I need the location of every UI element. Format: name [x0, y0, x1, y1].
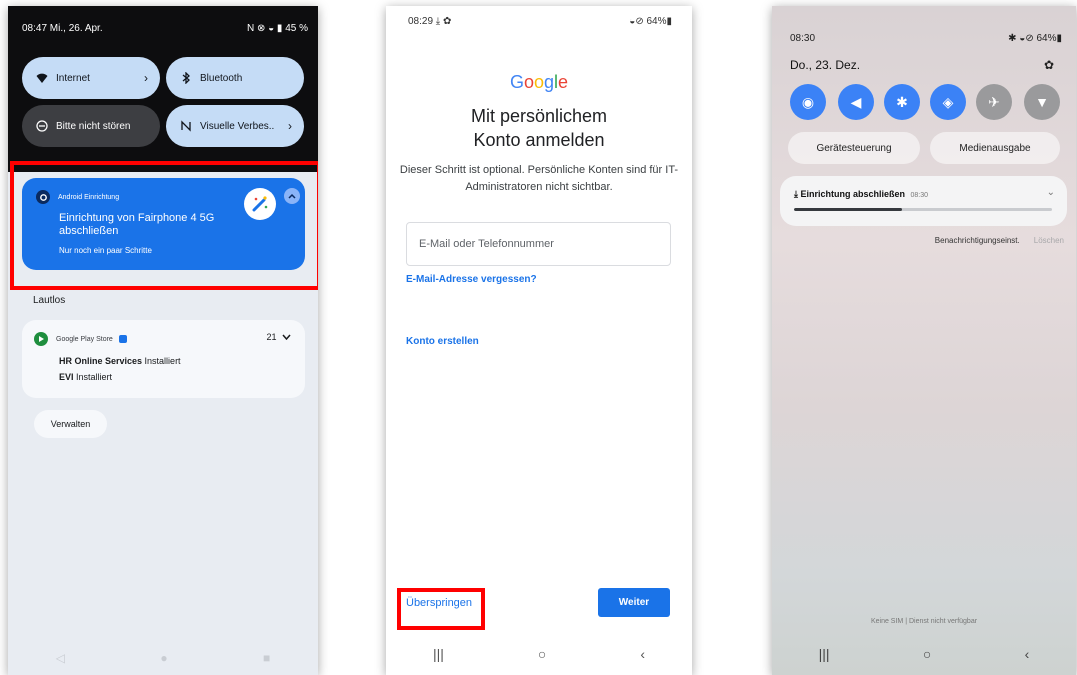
tile-internet[interactable]: Internet › — [22, 57, 160, 99]
briefcase-icon — [118, 335, 127, 343]
no-sim-status: Keine SIM | Dienst nicht verfügbar — [870, 618, 978, 625]
bluetooth-icon: ✱ — [896, 93, 908, 110]
next-button[interactable]: Weiter — [598, 588, 670, 617]
notification-settings-link[interactable]: Benachrichtigungseinst. — [935, 236, 1020, 245]
play-store-app-name: Google Play Store — [56, 335, 113, 343]
back-icon[interactable]: ‹ — [1025, 646, 1030, 662]
notification-title-row: ⤓ Einrichtung abschließen 08:30 — [794, 189, 928, 200]
list-item: HR Online Services Installiert — [59, 356, 181, 366]
tile-internet-label: Internet — [56, 72, 90, 84]
app-name: EVI — [59, 372, 74, 382]
progress-bar — [794, 208, 1052, 211]
logo-letter: o — [533, 72, 544, 92]
email-placeholder: E-Mail oder Telefonnummer — [419, 238, 554, 250]
date-label: Do., 23. Dez. — [790, 58, 861, 72]
logo-letter: o — [523, 72, 534, 92]
status-icons: N ⊗ ◒ ▮ 45 % — [246, 23, 308, 34]
expand-count[interactable]: 21 — [266, 332, 291, 342]
skip-button[interactable]: Überspringen — [406, 597, 472, 609]
status-icons: ✱ ◒⊘ 64%▮ — [1008, 33, 1062, 44]
status-bar: 08:47 Mi., 26. Apr. N ⊗ ◒ ▮ 45 % — [22, 23, 308, 34]
email-field[interactable]: E-Mail oder Telefonnummer — [406, 222, 671, 266]
bluetooth-icon — [178, 70, 194, 86]
device-control-button[interactable]: Gerätesteuerung — [788, 132, 920, 164]
back-icon[interactable]: ◁ — [56, 651, 65, 665]
tile-bluetooth[interactable]: Bluetooth — [166, 57, 304, 99]
highlight-frame — [10, 161, 318, 290]
recent-apps-icon[interactable]: ||| — [433, 646, 444, 662]
fairphone-screen: 08:47 Mi., 26. Apr. N ⊗ ◒ ▮ 45 % Interne… — [8, 6, 318, 675]
nfc-icon — [178, 118, 194, 134]
status-bar: 08:29 ⤓ ✿ ◒⊘ 64%▮ — [408, 16, 672, 27]
home-icon[interactable]: ○ — [923, 646, 931, 662]
auto-rotate-icon: ◈ — [942, 93, 954, 110]
navigation-bar: ||| ○ ‹ — [386, 636, 692, 672]
flashlight-icon: ▼ — [1035, 94, 1049, 110]
do-not-disturb-icon — [34, 118, 50, 134]
home-icon[interactable]: ○ — [538, 646, 546, 662]
create-account-link[interactable]: Konto erstellen — [406, 336, 479, 347]
status-bar: 08:30 ✱ ◒⊘ 64%▮ — [790, 33, 1062, 44]
navigation-bar: ||| ○ ‹ — [772, 636, 1076, 672]
section-label-silent: Lautlos — [33, 295, 66, 306]
logo-letter: g — [544, 72, 555, 92]
flashlight-toggle[interactable]: ▼ — [1024, 84, 1060, 120]
auto-rotate-toggle[interactable]: ◈ — [930, 84, 966, 120]
gear-icon[interactable]: ✿ — [1044, 58, 1054, 72]
play-store-notification[interactable]: Google Play Store 21 HR Online Services … — [22, 320, 305, 398]
logo-letter: G — [509, 72, 524, 92]
wifi-toggle[interactable]: ◉ — [790, 84, 826, 120]
manage-button[interactable]: Verwalten — [34, 410, 107, 438]
home-icon[interactable]: ● — [160, 651, 167, 665]
list-item: EVI Installiert — [59, 372, 112, 382]
tile-visual-label: Visuelle Verbes.. — [200, 120, 275, 132]
airplane-toggle[interactable]: ✈ — [976, 84, 1012, 120]
samsung-quick-panel-screen: 08:30 ✱ ◒⊘ 64%▮ Do., 23. Dez. ✿ ◉ ◀ ✱ ◈ … — [772, 6, 1076, 675]
navigation-bar: ◁ ● ■ — [8, 640, 318, 675]
tile-do-not-disturb[interactable]: Bitte nicht stören — [22, 105, 160, 147]
page-title: Mit persönlichem Konto anmelden — [470, 106, 608, 150]
chevron-right-icon: › — [288, 119, 292, 133]
status-time: 08:29 ⤓ ✿ — [408, 16, 452, 27]
status-time: 08:30 — [790, 33, 816, 44]
install-status: Installiert — [142, 356, 181, 366]
notification-title: Einrichtung abschließen — [800, 189, 905, 199]
notification-time: 08:30 — [910, 192, 929, 199]
progress-fill — [794, 208, 903, 211]
page-description: Dieser Schritt ist optional. Persönliche… — [399, 164, 679, 193]
setup-notification[interactable]: ⤓ Einrichtung abschließen 08:30 ⌄ — [780, 176, 1067, 226]
bluetooth-toggle[interactable]: ✱ — [884, 84, 920, 120]
chevron-down-icon[interactable]: ⌄ — [1047, 187, 1055, 198]
airplane-icon: ✈ — [988, 93, 1000, 110]
sound-icon: ◀ — [850, 93, 862, 110]
install-status: Installiert — [73, 372, 113, 382]
notification-actions: Benachrichtigungseinst. Löschen — [935, 236, 1064, 245]
wifi-icon: ◉ — [801, 93, 815, 110]
recent-apps-icon[interactable]: ■ — [263, 651, 270, 665]
status-icons: ◒⊘ 64%▮ — [629, 16, 672, 27]
notification-count: 21 — [266, 332, 277, 342]
clear-button[interactable]: Löschen — [1034, 236, 1064, 245]
chevron-right-icon: › — [144, 71, 148, 85]
logo-letter: e — [558, 72, 569, 92]
tile-dnd-label: Bitte nicht stören — [56, 120, 131, 132]
recent-apps-icon[interactable]: ||| — [819, 646, 830, 662]
google-logo: Google — [386, 72, 692, 93]
tile-visual-enhancement[interactable]: Visuelle Verbes.. › — [166, 105, 304, 147]
media-output-button[interactable]: Medienausgabe — [930, 132, 1060, 164]
wifi-icon — [34, 70, 50, 86]
app-name: HR Online Services — [59, 356, 143, 366]
tile-bluetooth-label: Bluetooth — [200, 72, 243, 84]
back-icon[interactable]: ‹ — [640, 646, 645, 662]
sound-toggle[interactable]: ◀ — [838, 84, 874, 120]
chevron-down-icon — [282, 334, 291, 341]
status-time-date: 08:47 Mi., 26. Apr. — [22, 23, 103, 34]
highlight-frame — [397, 588, 485, 630]
play-store-header: Google Play Store — [34, 332, 127, 346]
play-store-icon — [34, 332, 48, 346]
google-signin-screen: 08:29 ⤓ ✿ ◒⊘ 64%▮ Google Mit persönliche… — [386, 6, 692, 675]
forgot-email-link[interactable]: E-Mail-Adresse vergessen? — [406, 274, 537, 285]
